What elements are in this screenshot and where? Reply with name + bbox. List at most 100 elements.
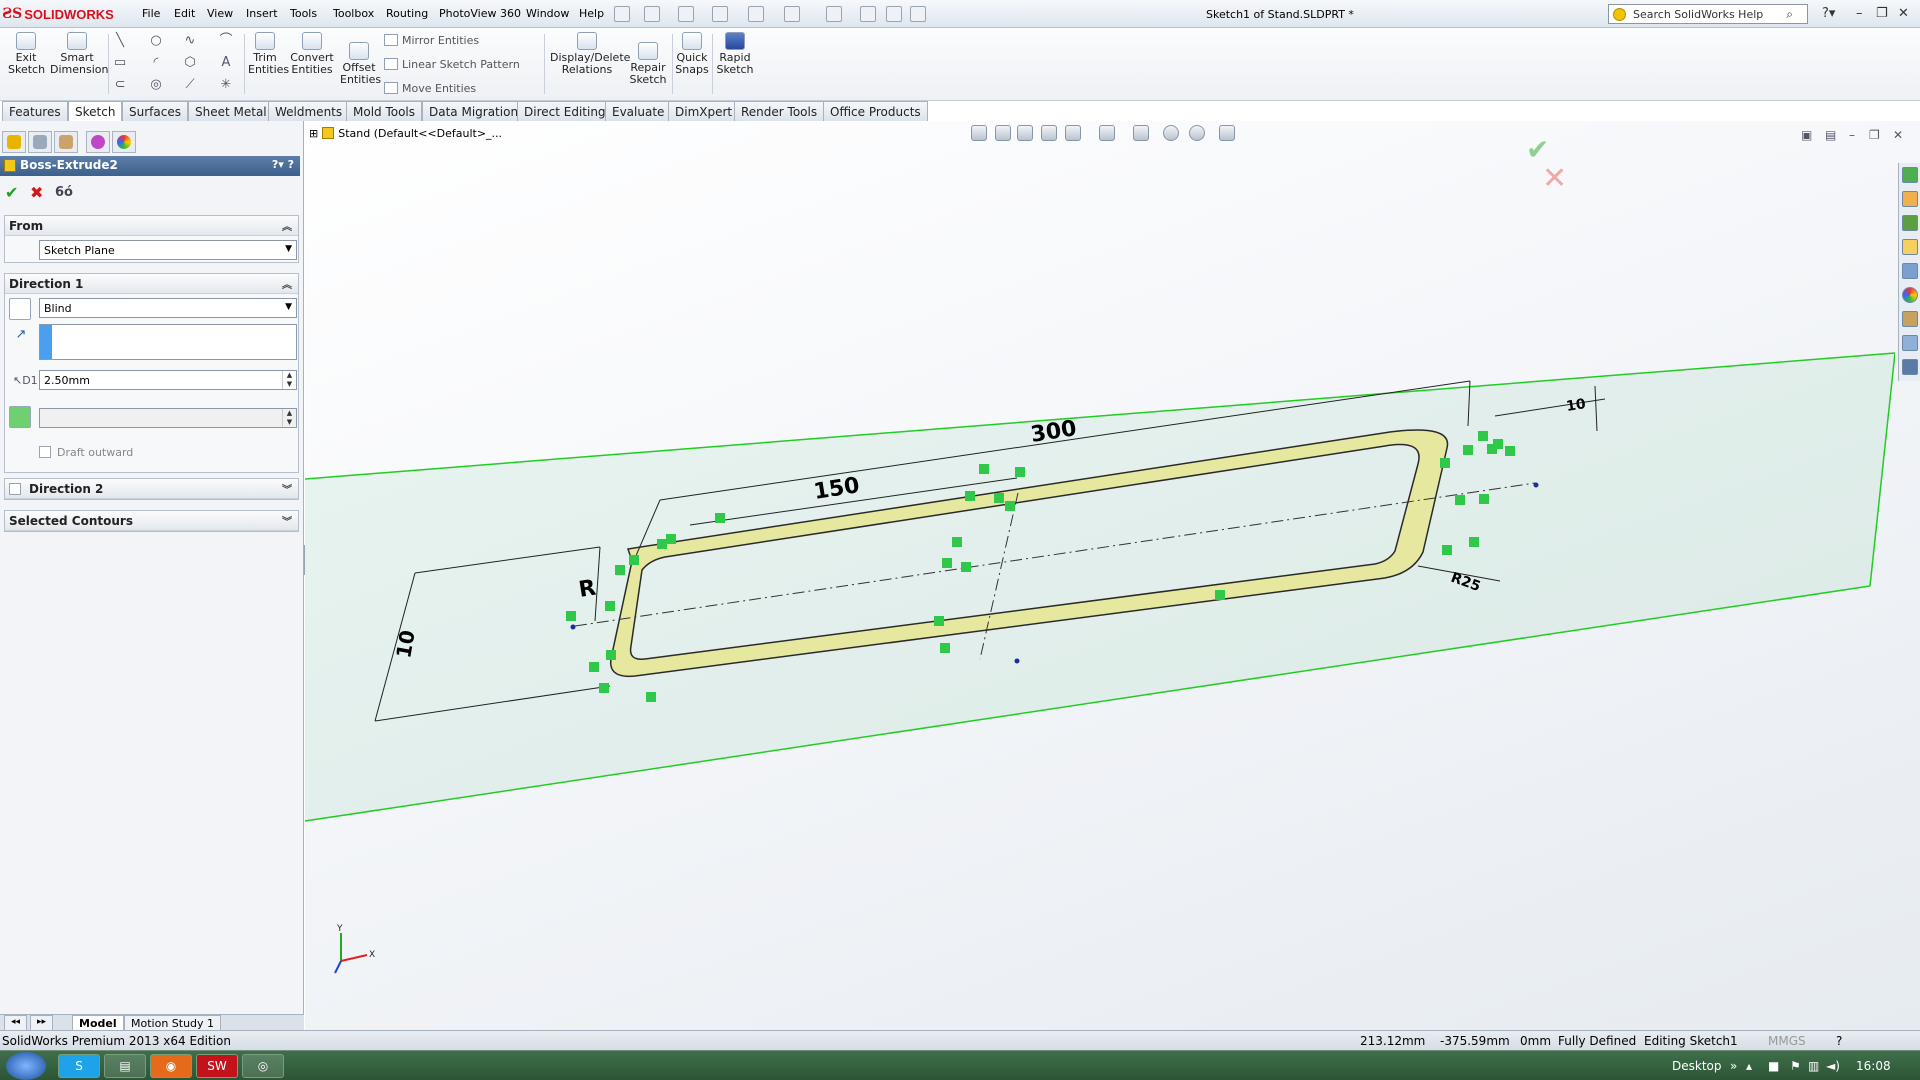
centerline-icon[interactable]: ⟋: [182, 78, 198, 92]
tab-office-products[interactable]: Office Products: [823, 101, 928, 121]
menu-routing[interactable]: Routing: [386, 7, 428, 20]
tab-data-migration[interactable]: Data Migration: [422, 101, 526, 121]
smart-dimension-button[interactable]: Smart Dimension: [50, 32, 108, 76]
skype-icon[interactable]: S: [58, 1054, 100, 1078]
tray-app-icon[interactable]: ■: [1768, 1059, 1779, 1073]
tab-dimxpert[interactable]: DimXpert: [668, 101, 740, 121]
start-button[interactable]: [6, 1052, 46, 1080]
line-icon[interactable]: ╲: [112, 34, 128, 48]
display-delete-relations-button[interactable]: Display/Delete Relations: [550, 32, 630, 76]
relation-marker[interactable]: [589, 662, 599, 672]
dimxpert-tab[interactable]: [86, 131, 110, 153]
move-entities-button[interactable]: Move Entities: [384, 82, 476, 95]
relation-marker[interactable]: [1005, 501, 1015, 511]
depth-input[interactable]: 2.50mm ▲ ▼: [39, 370, 297, 390]
undo-icon[interactable]: [784, 6, 800, 22]
restore-button[interactable]: ❐: [1876, 6, 1888, 21]
spin-arrows-icon[interactable]: ▲ ▼: [282, 371, 296, 389]
sketch-point-icon[interactable]: ✳: [218, 78, 234, 92]
relation-marker[interactable]: [599, 683, 609, 693]
appearances-icon[interactable]: [1902, 263, 1918, 279]
tab-model[interactable]: Model: [72, 1015, 124, 1031]
mirror-entities-button[interactable]: Mirror Entities: [384, 34, 479, 47]
menu-insert[interactable]: Insert: [246, 7, 278, 20]
tab-surfaces[interactable]: Surfaces: [122, 101, 188, 121]
rapid-sketch-button[interactable]: Rapid Sketch: [716, 32, 754, 76]
relation-marker[interactable]: [715, 513, 725, 523]
relation-marker[interactable]: [961, 562, 971, 572]
scroll-next-icon[interactable]: ▸▸: [30, 1015, 54, 1031]
solidworks-forum-icon[interactable]: [1902, 335, 1918, 351]
help-icon[interactable]: ?▾ ?: [272, 158, 294, 171]
relation-marker[interactable]: [657, 539, 667, 549]
relation-marker[interactable]: [1469, 537, 1479, 547]
new-document-icon[interactable]: [644, 6, 660, 22]
tab-mold-tools[interactable]: Mold Tools: [346, 101, 423, 121]
detailed-preview-icon[interactable]: 6ó: [55, 185, 73, 200]
file-properties-icon[interactable]: [886, 6, 902, 22]
menu-file[interactable]: File: [142, 7, 160, 20]
relation-marker[interactable]: [1442, 545, 1452, 555]
relation-marker[interactable]: [965, 491, 975, 501]
circle-icon[interactable]: ○: [148, 34, 164, 48]
menu-window[interactable]: Window: [526, 7, 569, 20]
relation-marker[interactable]: [1505, 446, 1515, 456]
from-group-header[interactable]: From ︽: [5, 216, 298, 236]
collapse-chevron-icon[interactable]: ︽: [282, 218, 292, 233]
polygon-icon[interactable]: ⬡: [182, 56, 198, 70]
relation-marker[interactable]: [1455, 495, 1465, 505]
draft-outward-checkbox[interactable]: [39, 446, 51, 458]
end-condition-select[interactable]: Blind ▼: [39, 298, 297, 318]
cancel-button[interactable]: ✖: [30, 183, 43, 202]
repair-sketch-button[interactable]: Repair Sketch: [628, 42, 668, 86]
tab-direct-editing[interactable]: Direct Editing: [517, 101, 613, 121]
menu-toolbox[interactable]: Toolbox: [333, 7, 374, 20]
reverse-direction-icon[interactable]: [9, 298, 31, 320]
arc-icon[interactable]: ◜: [148, 56, 164, 70]
relation-marker[interactable]: [952, 537, 962, 547]
solidworks-logo[interactable]: ƧS SOLIDWORKS: [2, 3, 120, 25]
clock[interactable]: 16:08: [1856, 1059, 1891, 1073]
relation-marker[interactable]: [1479, 494, 1489, 504]
direction2-group-header[interactable]: Direction 2 ︾: [5, 479, 298, 499]
file-explorer-icon[interactable]: ▤: [104, 1054, 146, 1078]
relation-marker[interactable]: [934, 616, 944, 626]
sketch-canvas[interactable]: 300 150 R 10 R25 10 Y X: [305, 121, 1895, 1030]
linear-sketch-pattern-button[interactable]: Linear Sketch Pattern: [384, 58, 520, 71]
scenes-icon[interactable]: [1902, 287, 1918, 303]
slot-icon[interactable]: ⊂: [112, 78, 128, 92]
direction-vector-selection-box[interactable]: [39, 324, 297, 360]
relation-marker[interactable]: [1463, 445, 1473, 455]
network-icon[interactable]: ▥: [1808, 1059, 1819, 1073]
sketch-fillet-icon[interactable]: ⌒: [218, 34, 234, 48]
tab-weldments[interactable]: Weldments: [268, 101, 350, 121]
open-icon[interactable]: [678, 6, 694, 22]
menu-photoview[interactable]: PhotoView 360: [439, 7, 521, 20]
relation-marker[interactable]: [1215, 590, 1225, 600]
solidworks-resources-icon[interactable]: [1902, 167, 1918, 183]
tab-sketch[interactable]: Sketch: [68, 101, 123, 122]
firefox-icon[interactable]: ◉: [150, 1054, 192, 1078]
direction1-group-header[interactable]: Direction 1 ︽: [5, 274, 298, 294]
search-input[interactable]: Search SolidWorks Help ⌕: [1608, 4, 1808, 24]
offset-entities-button[interactable]: Offset Entities: [340, 42, 381, 86]
misc-app-icon[interactable]: ◎: [242, 1054, 284, 1078]
pin-icon[interactable]: [614, 6, 630, 22]
tab-features[interactable]: Features: [2, 101, 68, 121]
relation-marker[interactable]: [629, 555, 639, 565]
document-recovery-icon[interactable]: [1902, 359, 1918, 375]
menu-tools[interactable]: Tools: [290, 7, 317, 20]
relation-marker[interactable]: [1015, 467, 1025, 477]
tab-sheet-metal[interactable]: Sheet Metal: [188, 101, 274, 121]
ok-button[interactable]: ✔: [5, 183, 18, 202]
select-icon[interactable]: [826, 6, 842, 22]
relation-marker[interactable]: [1440, 458, 1450, 468]
display-manager-tab[interactable]: [112, 131, 136, 153]
desktop-toolbar-label[interactable]: Desktop: [1672, 1059, 1722, 1073]
tab-render-tools[interactable]: Render Tools: [734, 101, 825, 121]
menu-edit[interactable]: Edit: [174, 7, 195, 20]
action-center-icon[interactable]: ⚑: [1790, 1059, 1801, 1073]
file-explorer-icon[interactable]: [1902, 215, 1918, 231]
relation-marker[interactable]: [606, 650, 616, 660]
convert-entities-button[interactable]: Convert Entities: [290, 32, 334, 76]
